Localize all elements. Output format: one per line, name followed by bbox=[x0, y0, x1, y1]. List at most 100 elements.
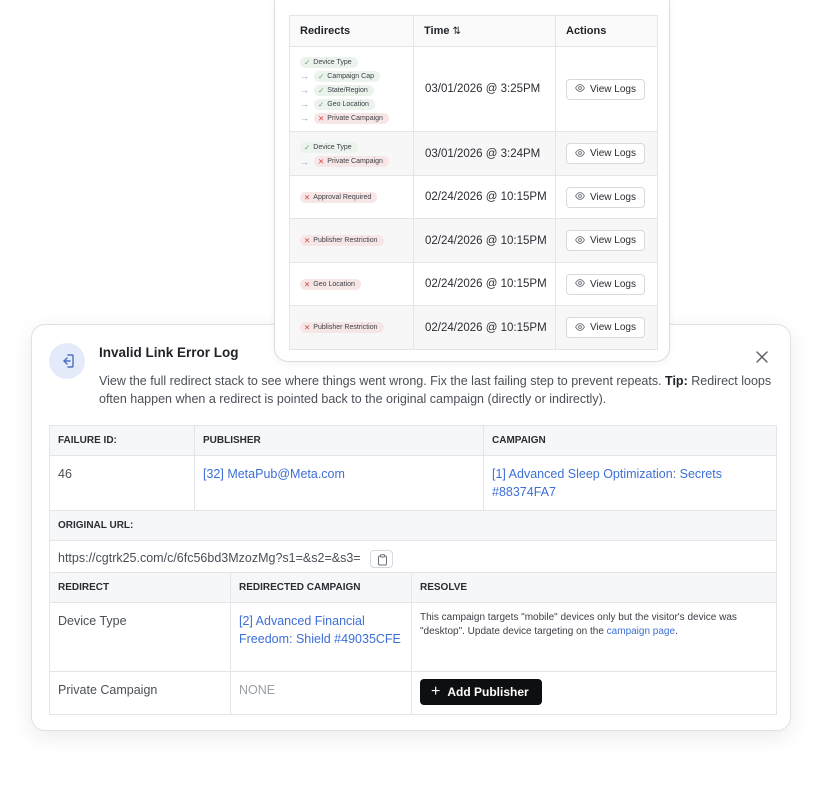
redirects-table: Redirects Time ⇅ Actions ✓ Device Type → ✓ C… bbox=[289, 15, 658, 350]
redirect-step-label: Publisher Restriction bbox=[313, 324, 378, 331]
view-logs-button[interactable]: View Logs bbox=[566, 186, 645, 208]
x-icon: ✕ bbox=[304, 192, 311, 202]
redirect-step-label: Approval Required bbox=[313, 193, 372, 201]
failure-info-table: FAILURE ID: PUBLISHER CAMPAIGN 46 [32] M… bbox=[49, 425, 777, 577]
x-icon: ✕ bbox=[318, 157, 325, 166]
redirect-step-chip: ✕ Publisher Restriction bbox=[300, 235, 384, 246]
sort-icon[interactable]: ⇅ bbox=[453, 26, 461, 37]
original-url: https://cgtrk25.com/c/6fc56bd3MzozMg?s1=… bbox=[58, 551, 361, 566]
redirect-step-label: Geo Location bbox=[327, 100, 369, 108]
check-icon: ✓ bbox=[318, 71, 325, 81]
redirect-time: 02/24/2026 @ 10:15PM bbox=[413, 175, 556, 219]
redirect-row: ✓ Device Type → ✕ Private Campaign 03/01/2026… bbox=[289, 131, 658, 176]
view-logs-button[interactable]: View Logs bbox=[566, 317, 645, 338]
table-row: Private Campaign NONE + Add Publisher bbox=[49, 671, 777, 715]
check-icon: ✓ bbox=[304, 143, 311, 152]
redirect-step-chip: ✓ Device Type bbox=[300, 56, 358, 68]
redirect-row: ✓ Device Type → ✓ Campaign Cap → ✓ State/Region… bbox=[289, 46, 658, 132]
redirect-time: 02/24/2026 @ 10:15PM bbox=[413, 218, 556, 263]
resolve-text: This campaign targets "mobile" devices o… bbox=[411, 602, 777, 672]
tip-label: Tip: bbox=[665, 374, 688, 388]
view-logs-button[interactable]: View Logs bbox=[566, 230, 645, 251]
arrow-right-icon: → bbox=[300, 99, 309, 109]
redirect-step-label: Geo Location bbox=[313, 280, 355, 288]
redirect-step-chip: ✓ Campaign Cap bbox=[314, 70, 380, 82]
redirect-time: 02/24/2026 @ 10:15PM bbox=[413, 305, 556, 350]
redirects-table-header: Redirects Time ⇅ Actions bbox=[289, 15, 658, 47]
error-log-modal: Invalid Link Error Log View the full red… bbox=[31, 324, 791, 731]
copy-icon[interactable] bbox=[370, 549, 394, 568]
redirect-name: Device Type bbox=[49, 602, 231, 672]
x-icon: ✕ bbox=[304, 279, 311, 289]
redirect-row: ✕ Geo Location 02/24/2026 @ 10:15PM View Lo… bbox=[289, 262, 658, 306]
eye-icon bbox=[575, 148, 585, 159]
failure-id-value: 46 bbox=[49, 455, 195, 511]
check-icon: ✓ bbox=[304, 57, 311, 67]
col-redirect: REDIRECT bbox=[49, 572, 231, 603]
campaign-link[interactable]: [1] Advanced Sleep Optimization: Secrets… bbox=[492, 467, 722, 499]
redirect-time: 03/01/2026 @ 3:24PM bbox=[413, 131, 556, 176]
redirect-step-chip: ✓ Device Type bbox=[300, 142, 358, 153]
check-icon: ✓ bbox=[318, 85, 325, 95]
redirect-step-label: Publisher Restriction bbox=[313, 237, 378, 244]
col-resolve: RESOLVE bbox=[411, 572, 777, 603]
redirect-step-chip: ✕ Geo Location bbox=[300, 278, 361, 290]
redirect-step-label: Device Type bbox=[313, 58, 352, 66]
plus-icon: + bbox=[431, 683, 441, 700]
col-redirected-campaign: REDIRECTED CAMPAIGN bbox=[230, 572, 412, 603]
check-icon: ✓ bbox=[318, 99, 325, 109]
redirect-stack-table: REDIRECT REDIRECTED CAMPAIGN RESOLVE Dev… bbox=[49, 572, 777, 715]
redirect-stack: ✓ Device Type → ✓ Campaign Cap → ✓ State/Region… bbox=[289, 46, 414, 132]
redirect-step-label: Campaign Cap bbox=[327, 72, 374, 80]
eye-icon bbox=[575, 192, 585, 202]
redirect-row: ✕ Publisher Restriction 02/24/2026 @ 10:15… bbox=[289, 218, 658, 263]
redirect-step-label: Private Campaign bbox=[327, 158, 383, 165]
redirect-time: 03/01/2026 @ 3:25PM bbox=[413, 46, 556, 132]
arrow-right-icon: → bbox=[300, 156, 309, 167]
eye-icon bbox=[575, 322, 585, 333]
x-icon: ✕ bbox=[304, 236, 311, 245]
redirect-name: Private Campaign bbox=[49, 671, 231, 715]
redirect-step-chip: ✕ Publisher Restriction bbox=[300, 322, 384, 333]
table-row: Device Type [2] Advanced Financial Freed… bbox=[49, 602, 777, 672]
publisher-label: PUBLISHER bbox=[194, 425, 484, 456]
add-publisher-button[interactable]: + Add Publisher bbox=[420, 679, 542, 705]
redirect-step-chip: ✓ Geo Location bbox=[314, 98, 375, 110]
col-time[interactable]: Time ⇅ bbox=[413, 15, 556, 47]
view-logs-button[interactable]: View Logs bbox=[566, 78, 645, 100]
arrow-right-icon: → bbox=[300, 85, 309, 95]
col-redirects: Redirects bbox=[289, 15, 414, 47]
publisher-link[interactable]: [32] MetaPub@Meta.com bbox=[203, 467, 345, 481]
original-url-label: ORIGINAL URL: bbox=[49, 510, 777, 541]
x-icon: ✕ bbox=[304, 323, 311, 332]
campaign-page-link[interactable]: campaign page bbox=[607, 626, 675, 637]
view-logs-button[interactable]: View Logs bbox=[566, 273, 645, 295]
modal-description: View the full redirect stack to see wher… bbox=[99, 374, 772, 406]
close-icon[interactable] bbox=[754, 349, 770, 365]
redirected-campaign-none: NONE bbox=[230, 671, 412, 715]
redirect-step-label: Private Campaign bbox=[327, 114, 383, 122]
arrow-right-icon: → bbox=[300, 71, 309, 81]
eye-icon bbox=[575, 279, 585, 289]
x-icon: ✕ bbox=[318, 113, 325, 123]
arrow-right-icon: → bbox=[300, 113, 309, 123]
redirect-step-chip: ✓ State/Region bbox=[314, 84, 374, 96]
eye-icon bbox=[575, 84, 585, 94]
redirect-step-label: Device Type bbox=[313, 144, 352, 151]
modal-title: Invalid Link Error Log bbox=[99, 345, 239, 360]
redirect-stack: ✕ Publisher Restriction bbox=[289, 305, 414, 350]
redirect-step-chip: ✕ Private Campaign bbox=[314, 156, 389, 167]
failure-id-label: FAILURE ID: bbox=[49, 425, 195, 456]
redirect-row: ✕ Publisher Restriction 02/24/2026 @ 10:15… bbox=[289, 305, 658, 350]
redirect-row: ✕ Approval Required 02/24/2026 @ 10:15PM Vi… bbox=[289, 175, 658, 219]
redirect-stack: ✕ Geo Location bbox=[289, 262, 414, 306]
redirect-step-chip: ✕ Private Campaign bbox=[314, 112, 389, 124]
redirect-step-label: State/Region bbox=[327, 86, 368, 94]
redirected-campaign-link[interactable]: [2] Advanced Financial Freedom: Shield #… bbox=[239, 614, 401, 646]
campaign-label: CAMPAIGN bbox=[483, 425, 777, 456]
view-logs-button[interactable]: View Logs bbox=[566, 143, 645, 164]
redirects-card: Redirects Time ⇅ Actions ✓ Device Type → ✓ C… bbox=[274, 0, 670, 362]
redirect-stack: ✕ Approval Required bbox=[289, 175, 414, 219]
redirect-time: 02/24/2026 @ 10:15PM bbox=[413, 262, 556, 306]
eye-icon bbox=[575, 235, 585, 246]
